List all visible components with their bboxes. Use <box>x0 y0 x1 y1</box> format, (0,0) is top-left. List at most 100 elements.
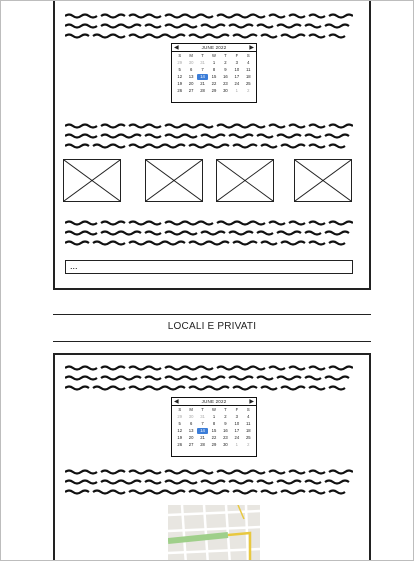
calendar-day[interactable]: 26 <box>174 88 185 94</box>
calendar-day[interactable]: 29 <box>174 414 185 420</box>
calendar-day[interactable]: 21 <box>197 81 208 87</box>
calendar-day[interactable]: 28 <box>197 442 208 448</box>
calendar-day[interactable]: 30 <box>185 414 196 420</box>
calendar-day[interactable]: 22 <box>208 81 219 87</box>
next-month-icon[interactable]: ▶ <box>249 45 254 51</box>
calendar-day[interactable]: 29 <box>174 60 185 66</box>
calendar-day[interactable]: 15 <box>208 428 219 434</box>
calendar-day[interactable]: 22 <box>208 435 219 441</box>
calendar-day[interactable]: 16 <box>220 428 231 434</box>
calendar-day[interactable]: 1 <box>208 414 219 420</box>
calendar-day[interactable]: 14 <box>196 428 209 434</box>
calendar-day[interactable]: 3 <box>231 414 242 420</box>
calendar-day[interactable]: 16 <box>220 74 231 80</box>
prev-month-icon[interactable]: ◀ <box>174 45 179 51</box>
calendar-day[interactable]: 6 <box>185 67 196 73</box>
weekday-label: S <box>246 407 250 412</box>
calendar-day[interactable]: 7 <box>197 67 208 73</box>
calendar-day[interactable]: 20 <box>185 435 196 441</box>
calendar-day[interactable]: 30 <box>185 60 196 66</box>
calendar-day[interactable]: 1 <box>231 88 242 94</box>
calendar-day[interactable]: 2 <box>243 442 254 448</box>
text-input[interactable]: ... <box>65 260 353 274</box>
calendar-day[interactable]: 10 <box>231 421 242 427</box>
calendar-day[interactable]: 26 <box>174 442 185 448</box>
calendar-day[interactable]: 5 <box>174 67 185 73</box>
calendar-day[interactable]: 1 <box>231 442 242 448</box>
image-placeholder[interactable] <box>216 159 274 202</box>
calendar-day[interactable]: 13 <box>185 74 196 80</box>
prev-month-icon[interactable]: ◀ <box>174 399 179 405</box>
calendar-day[interactable]: 15 <box>208 74 219 80</box>
content-panel-bottom: ◀ JUNE 2022 ▶ S M T W T F S 29 30 31 1 2 3 4 5 6 7 8 9 10 11… <box>53 353 371 560</box>
calendar-day[interactable]: 19 <box>174 81 185 87</box>
calendar-day[interactable]: 5 <box>174 421 185 427</box>
calendar-day[interactable]: 10 <box>231 67 242 73</box>
weekday-label: F <box>235 53 239 58</box>
calendar-day[interactable]: 1 <box>208 60 219 66</box>
map-widget[interactable] <box>168 505 260 560</box>
calendar-day[interactable]: 25 <box>243 435 254 441</box>
calendar-day[interactable]: 23 <box>220 81 231 87</box>
calendar-day[interactable]: 24 <box>231 81 242 87</box>
calendar-day[interactable]: 2 <box>220 414 231 420</box>
calendar-day[interactable]: 6 <box>185 421 196 427</box>
calendar-day[interactable]: 11 <box>243 67 254 73</box>
calendar-day[interactable]: 17 <box>231 74 242 80</box>
weekday-label: T <box>201 407 204 412</box>
calendar-day[interactable]: 18 <box>243 428 254 434</box>
calendar-day[interactable]: 30 <box>220 88 231 94</box>
calendar-day[interactable]: 4 <box>243 60 254 66</box>
section-divider-bottom <box>53 341 371 342</box>
placeholder-text-line <box>65 133 350 139</box>
date-picker[interactable]: ◀ JUNE 2022 ▶ S M T W T F S 29 30 31 1 2 3 4 5 6 7 8 9 10 11… <box>171 397 257 457</box>
weekday-label: S <box>178 53 182 58</box>
calendar-day[interactable]: 30 <box>220 442 231 448</box>
calendar-day[interactable]: 24 <box>231 435 242 441</box>
calendar-day[interactable]: 9 <box>220 67 231 73</box>
calendar-day[interactable]: 21 <box>197 435 208 441</box>
calendar-day[interactable]: 29 <box>208 88 219 94</box>
date-picker[interactable]: ◀ JUNE 2022 ▶ S M T W T F S 29 30 31 1 2 3 4 5 6 7 8 9 10 11… <box>171 43 257 103</box>
calendar-day[interactable]: 27 <box>185 442 196 448</box>
calendar-day[interactable]: 9 <box>220 421 231 427</box>
placeholder-text-line <box>65 230 350 236</box>
calendar-day[interactable]: 20 <box>185 81 196 87</box>
calendar-day[interactable]: 8 <box>208 67 219 73</box>
calendar-day[interactable]: 7 <box>197 421 208 427</box>
calendar-day[interactable]: 28 <box>197 88 208 94</box>
section-title: LOCALI E PRIVATI <box>167 321 257 332</box>
calendar-day[interactable]: 13 <box>185 428 196 434</box>
next-month-icon[interactable]: ▶ <box>249 399 254 405</box>
calendar-day[interactable]: 29 <box>208 442 219 448</box>
calendar-day[interactable]: 2 <box>220 60 231 66</box>
calendar-day[interactable]: 12 <box>174 74 185 80</box>
placeholder-text-line <box>65 143 346 149</box>
image-placeholder[interactable] <box>145 159 203 202</box>
map-icon <box>168 505 260 560</box>
placeholder-text-line <box>65 240 346 246</box>
date-picker-grid: S M T W T F S 29 30 31 1 2 3 4 5 6 7 8 9 10 11 12 13 14 15 16 17 18… <box>172 52 256 95</box>
calendar-day[interactable]: 27 <box>185 88 196 94</box>
calendar-day[interactable]: 23 <box>220 435 231 441</box>
calendar-day[interactable]: 14 <box>196 74 209 80</box>
calendar-day[interactable]: 3 <box>231 60 242 66</box>
calendar-day[interactable]: 12 <box>174 428 185 434</box>
calendar-day[interactable]: 31 <box>197 414 208 420</box>
calendar-day[interactable]: 2 <box>243 88 254 94</box>
calendar-day[interactable]: 8 <box>208 421 219 427</box>
calendar-day[interactable]: 11 <box>243 421 254 427</box>
calendar-day[interactable]: 18 <box>243 74 254 80</box>
calendar-day[interactable]: 31 <box>197 60 208 66</box>
calendar-day[interactable]: 25 <box>243 81 254 87</box>
image-placeholder[interactable] <box>294 159 352 202</box>
calendar-day[interactable]: 17 <box>231 428 242 434</box>
calendar-day[interactable]: 4 <box>243 414 254 420</box>
calendar-day[interactable]: 19 <box>174 435 185 441</box>
date-picker-header: ◀ JUNE 2022 ▶ <box>172 398 256 406</box>
image-placeholder[interactable] <box>63 159 121 202</box>
weekday-label: S <box>178 407 182 412</box>
weekday-label: T <box>224 53 227 58</box>
weekday-label: M <box>189 407 193 412</box>
weekday-label: S <box>246 53 250 58</box>
